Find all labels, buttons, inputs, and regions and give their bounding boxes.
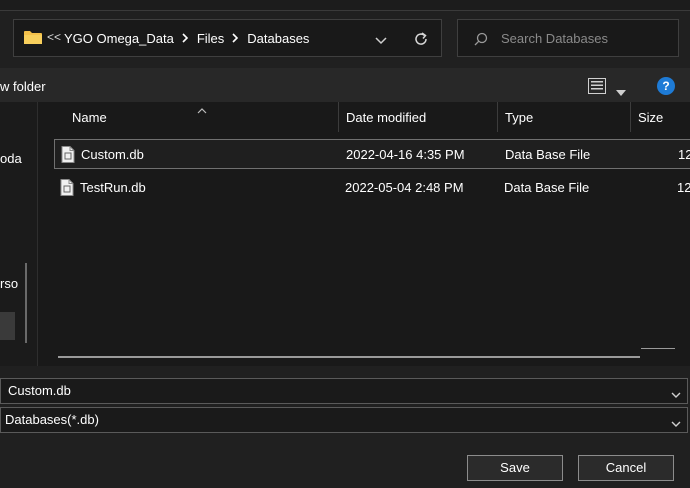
file-size: 12	[677, 180, 690, 195]
command-bar	[0, 68, 690, 102]
nav-item-partial[interactable]: rso	[0, 276, 18, 291]
file-name-field[interactable]: Custom.db	[0, 378, 688, 404]
search-icon	[474, 32, 488, 49]
file-date-modified: 2022-04-16 4:35 PM	[346, 147, 465, 162]
chevron-down-icon[interactable]	[671, 416, 681, 431]
table-row[interactable]: TestRun.db 2022-05-04 2:48 PM Data Base …	[54, 173, 690, 203]
search-box[interactable]: Search Databases	[457, 19, 679, 57]
file-icon	[60, 179, 74, 199]
file-type-value[interactable]: Databases(*.db)	[5, 412, 99, 427]
breadcrumb-overflow[interactable]: <<	[47, 30, 61, 44]
file-name: TestRun.db	[80, 180, 146, 195]
help-icon[interactable]: ?	[657, 77, 675, 95]
breadcrumb: YGO Omega_Data Files Databases	[64, 31, 309, 46]
nav-scrollbar[interactable]	[25, 263, 27, 343]
file-size: 12	[678, 147, 690, 162]
chevron-down-icon[interactable]	[375, 33, 387, 48]
cancel-button[interactable]: Cancel	[578, 455, 674, 481]
refresh-icon[interactable]	[413, 31, 429, 50]
column-separator[interactable]	[497, 102, 498, 132]
column-header-date-modified[interactable]: Date modified	[346, 110, 426, 125]
breadcrumb-item-databases[interactable]: Databases	[247, 31, 309, 46]
folder-icon	[24, 30, 42, 44]
chevron-right-icon[interactable]	[182, 31, 189, 46]
sort-up-icon	[197, 102, 207, 117]
breadcrumb-item-files[interactable]: Files	[197, 31, 224, 46]
file-icon	[61, 146, 75, 166]
horizontal-scrollbar[interactable]	[58, 356, 640, 358]
breadcrumb-item-ygo-omega-data[interactable]: YGO Omega_Data	[64, 31, 174, 46]
chevron-down-icon[interactable]	[671, 387, 681, 402]
file-type-select[interactable]: Databases(*.db)	[0, 407, 688, 433]
column-header-type[interactable]: Type	[505, 110, 533, 125]
table-row[interactable]: Custom.db 2022-04-16 4:35 PM Data Base F…	[54, 139, 690, 169]
column-separator[interactable]	[338, 102, 339, 132]
address-bar[interactable]: << YGO Omega_Data Files Databases	[13, 19, 442, 57]
nav-item-partial[interactable]: oda	[0, 151, 22, 166]
file-type: Data Base File	[505, 147, 591, 162]
nav-item-selected[interactable]	[0, 312, 15, 340]
search-input[interactable]: Search Databases	[501, 31, 608, 46]
scrollbar-thumb[interactable]	[641, 348, 675, 349]
view-details-icon[interactable]	[588, 78, 606, 97]
column-header-name[interactable]: Name	[72, 110, 107, 125]
column-header-size[interactable]: Size	[638, 110, 663, 125]
column-separator[interactable]	[630, 102, 631, 132]
chevron-right-icon[interactable]	[232, 31, 239, 46]
new-folder-button[interactable]: w folder	[0, 79, 46, 94]
file-name-value[interactable]: Custom.db	[8, 383, 71, 398]
save-button[interactable]: Save	[467, 455, 563, 481]
file-type: Data Base File	[504, 180, 590, 195]
file-date-modified: 2022-05-04 2:48 PM	[345, 180, 464, 195]
file-name: Custom.db	[81, 147, 144, 162]
view-options-chevron-down-icon[interactable]	[616, 84, 626, 99]
window-top-edge	[0, 0, 690, 11]
